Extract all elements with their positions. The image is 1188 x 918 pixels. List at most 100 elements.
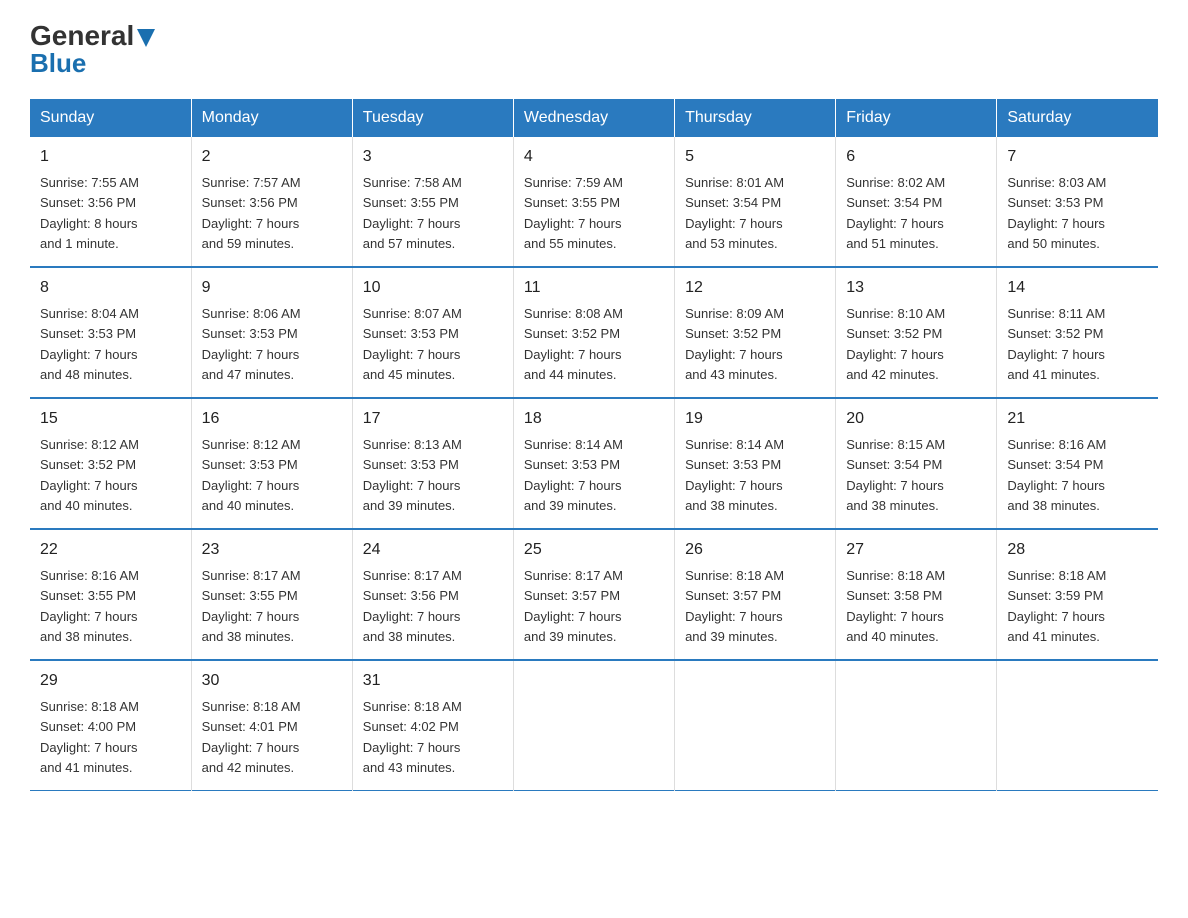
calendar-cell: 30 Sunrise: 8:18 AMSunset: 4:01 PMDaylig…	[191, 660, 352, 791]
day-info: Sunrise: 8:18 AMSunset: 3:59 PMDaylight:…	[1007, 568, 1106, 644]
calendar-cell: 15 Sunrise: 8:12 AMSunset: 3:52 PMDaylig…	[30, 398, 191, 529]
calendar-header-row: SundayMondayTuesdayWednesdayThursdayFrid…	[30, 99, 1158, 137]
calendar-cell: 3 Sunrise: 7:58 AMSunset: 3:55 PMDayligh…	[352, 137, 513, 267]
day-info: Sunrise: 8:18 AMSunset: 4:01 PMDaylight:…	[202, 699, 301, 775]
day-number: 30	[202, 669, 342, 693]
calendar-cell: 2 Sunrise: 7:57 AMSunset: 3:56 PMDayligh…	[191, 137, 352, 267]
day-number: 4	[524, 145, 664, 169]
day-info: Sunrise: 8:08 AMSunset: 3:52 PMDaylight:…	[524, 306, 623, 382]
logo: General Blue	[30, 20, 155, 79]
day-number: 12	[685, 276, 825, 300]
calendar-cell: 6 Sunrise: 8:02 AMSunset: 3:54 PMDayligh…	[836, 137, 997, 267]
calendar-week-row: 22 Sunrise: 8:16 AMSunset: 3:55 PMDaylig…	[30, 529, 1158, 660]
calendar-cell: 24 Sunrise: 8:17 AMSunset: 3:56 PMDaylig…	[352, 529, 513, 660]
calendar-cell: 26 Sunrise: 8:18 AMSunset: 3:57 PMDaylig…	[675, 529, 836, 660]
calendar-cell: 28 Sunrise: 8:18 AMSunset: 3:59 PMDaylig…	[997, 529, 1158, 660]
calendar-cell: 8 Sunrise: 8:04 AMSunset: 3:53 PMDayligh…	[30, 267, 191, 398]
day-info: Sunrise: 8:16 AMSunset: 3:55 PMDaylight:…	[40, 568, 139, 644]
calendar-week-row: 15 Sunrise: 8:12 AMSunset: 3:52 PMDaylig…	[30, 398, 1158, 529]
day-info: Sunrise: 7:58 AMSunset: 3:55 PMDaylight:…	[363, 175, 462, 251]
logo-triangle-icon	[137, 29, 155, 47]
calendar-cell: 1 Sunrise: 7:55 AMSunset: 3:56 PMDayligh…	[30, 137, 191, 267]
day-number: 27	[846, 538, 986, 562]
calendar-cell: 5 Sunrise: 8:01 AMSunset: 3:54 PMDayligh…	[675, 137, 836, 267]
day-info: Sunrise: 8:17 AMSunset: 3:56 PMDaylight:…	[363, 568, 462, 644]
calendar-cell	[513, 660, 674, 791]
calendar-cell: 18 Sunrise: 8:14 AMSunset: 3:53 PMDaylig…	[513, 398, 674, 529]
day-info: Sunrise: 8:12 AMSunset: 3:53 PMDaylight:…	[202, 437, 301, 513]
calendar-cell: 22 Sunrise: 8:16 AMSunset: 3:55 PMDaylig…	[30, 529, 191, 660]
calendar-cell: 10 Sunrise: 8:07 AMSunset: 3:53 PMDaylig…	[352, 267, 513, 398]
day-number: 16	[202, 407, 342, 431]
day-number: 10	[363, 276, 503, 300]
day-number: 14	[1007, 276, 1148, 300]
calendar-cell: 17 Sunrise: 8:13 AMSunset: 3:53 PMDaylig…	[352, 398, 513, 529]
day-number: 3	[363, 145, 503, 169]
day-number: 8	[40, 276, 181, 300]
day-number: 15	[40, 407, 181, 431]
day-info: Sunrise: 7:55 AMSunset: 3:56 PMDaylight:…	[40, 175, 139, 251]
col-header-sunday: Sunday	[30, 99, 191, 137]
calendar-week-row: 8 Sunrise: 8:04 AMSunset: 3:53 PMDayligh…	[30, 267, 1158, 398]
day-number: 7	[1007, 145, 1148, 169]
day-number: 1	[40, 145, 181, 169]
calendar-cell: 7 Sunrise: 8:03 AMSunset: 3:53 PMDayligh…	[997, 137, 1158, 267]
calendar-cell	[836, 660, 997, 791]
day-number: 6	[846, 145, 986, 169]
calendar-cell	[997, 660, 1158, 791]
day-number: 31	[363, 669, 503, 693]
day-info: Sunrise: 8:02 AMSunset: 3:54 PMDaylight:…	[846, 175, 945, 251]
calendar-week-row: 1 Sunrise: 7:55 AMSunset: 3:56 PMDayligh…	[30, 137, 1158, 267]
day-info: Sunrise: 8:04 AMSunset: 3:53 PMDaylight:…	[40, 306, 139, 382]
day-info: Sunrise: 8:10 AMSunset: 3:52 PMDaylight:…	[846, 306, 945, 382]
day-number: 28	[1007, 538, 1148, 562]
calendar-cell: 16 Sunrise: 8:12 AMSunset: 3:53 PMDaylig…	[191, 398, 352, 529]
logo-blue: Blue	[30, 48, 86, 79]
page-header: General Blue	[30, 20, 1158, 79]
day-number: 26	[685, 538, 825, 562]
calendar-cell: 14 Sunrise: 8:11 AMSunset: 3:52 PMDaylig…	[997, 267, 1158, 398]
day-info: Sunrise: 8:01 AMSunset: 3:54 PMDaylight:…	[685, 175, 784, 251]
day-info: Sunrise: 8:18 AMSunset: 4:00 PMDaylight:…	[40, 699, 139, 775]
day-info: Sunrise: 8:17 AMSunset: 3:55 PMDaylight:…	[202, 568, 301, 644]
day-number: 25	[524, 538, 664, 562]
day-info: Sunrise: 7:57 AMSunset: 3:56 PMDaylight:…	[202, 175, 301, 251]
col-header-thursday: Thursday	[675, 99, 836, 137]
calendar-cell: 29 Sunrise: 8:18 AMSunset: 4:00 PMDaylig…	[30, 660, 191, 791]
day-number: 18	[524, 407, 664, 431]
calendar-cell: 4 Sunrise: 7:59 AMSunset: 3:55 PMDayligh…	[513, 137, 674, 267]
day-info: Sunrise: 8:13 AMSunset: 3:53 PMDaylight:…	[363, 437, 462, 513]
day-number: 2	[202, 145, 342, 169]
day-number: 5	[685, 145, 825, 169]
day-info: Sunrise: 8:14 AMSunset: 3:53 PMDaylight:…	[524, 437, 623, 513]
calendar-cell: 20 Sunrise: 8:15 AMSunset: 3:54 PMDaylig…	[836, 398, 997, 529]
day-number: 20	[846, 407, 986, 431]
calendar-week-row: 29 Sunrise: 8:18 AMSunset: 4:00 PMDaylig…	[30, 660, 1158, 791]
day-number: 29	[40, 669, 181, 693]
day-info: Sunrise: 8:03 AMSunset: 3:53 PMDaylight:…	[1007, 175, 1106, 251]
calendar-cell: 21 Sunrise: 8:16 AMSunset: 3:54 PMDaylig…	[997, 398, 1158, 529]
day-number: 22	[40, 538, 181, 562]
calendar-cell: 11 Sunrise: 8:08 AMSunset: 3:52 PMDaylig…	[513, 267, 674, 398]
day-info: Sunrise: 8:12 AMSunset: 3:52 PMDaylight:…	[40, 437, 139, 513]
day-info: Sunrise: 8:16 AMSunset: 3:54 PMDaylight:…	[1007, 437, 1106, 513]
col-header-tuesday: Tuesday	[352, 99, 513, 137]
calendar-cell: 9 Sunrise: 8:06 AMSunset: 3:53 PMDayligh…	[191, 267, 352, 398]
day-number: 17	[363, 407, 503, 431]
day-number: 23	[202, 538, 342, 562]
calendar-cell: 19 Sunrise: 8:14 AMSunset: 3:53 PMDaylig…	[675, 398, 836, 529]
day-info: Sunrise: 8:18 AMSunset: 3:58 PMDaylight:…	[846, 568, 945, 644]
day-number: 21	[1007, 407, 1148, 431]
calendar-cell: 13 Sunrise: 8:10 AMSunset: 3:52 PMDaylig…	[836, 267, 997, 398]
day-info: Sunrise: 8:14 AMSunset: 3:53 PMDaylight:…	[685, 437, 784, 513]
calendar-cell: 31 Sunrise: 8:18 AMSunset: 4:02 PMDaylig…	[352, 660, 513, 791]
day-info: Sunrise: 8:15 AMSunset: 3:54 PMDaylight:…	[846, 437, 945, 513]
calendar-cell: 23 Sunrise: 8:17 AMSunset: 3:55 PMDaylig…	[191, 529, 352, 660]
day-number: 11	[524, 276, 664, 300]
day-number: 24	[363, 538, 503, 562]
col-header-monday: Monday	[191, 99, 352, 137]
col-header-saturday: Saturday	[997, 99, 1158, 137]
day-number: 19	[685, 407, 825, 431]
day-info: Sunrise: 8:11 AMSunset: 3:52 PMDaylight:…	[1007, 306, 1105, 382]
calendar-cell: 27 Sunrise: 8:18 AMSunset: 3:58 PMDaylig…	[836, 529, 997, 660]
